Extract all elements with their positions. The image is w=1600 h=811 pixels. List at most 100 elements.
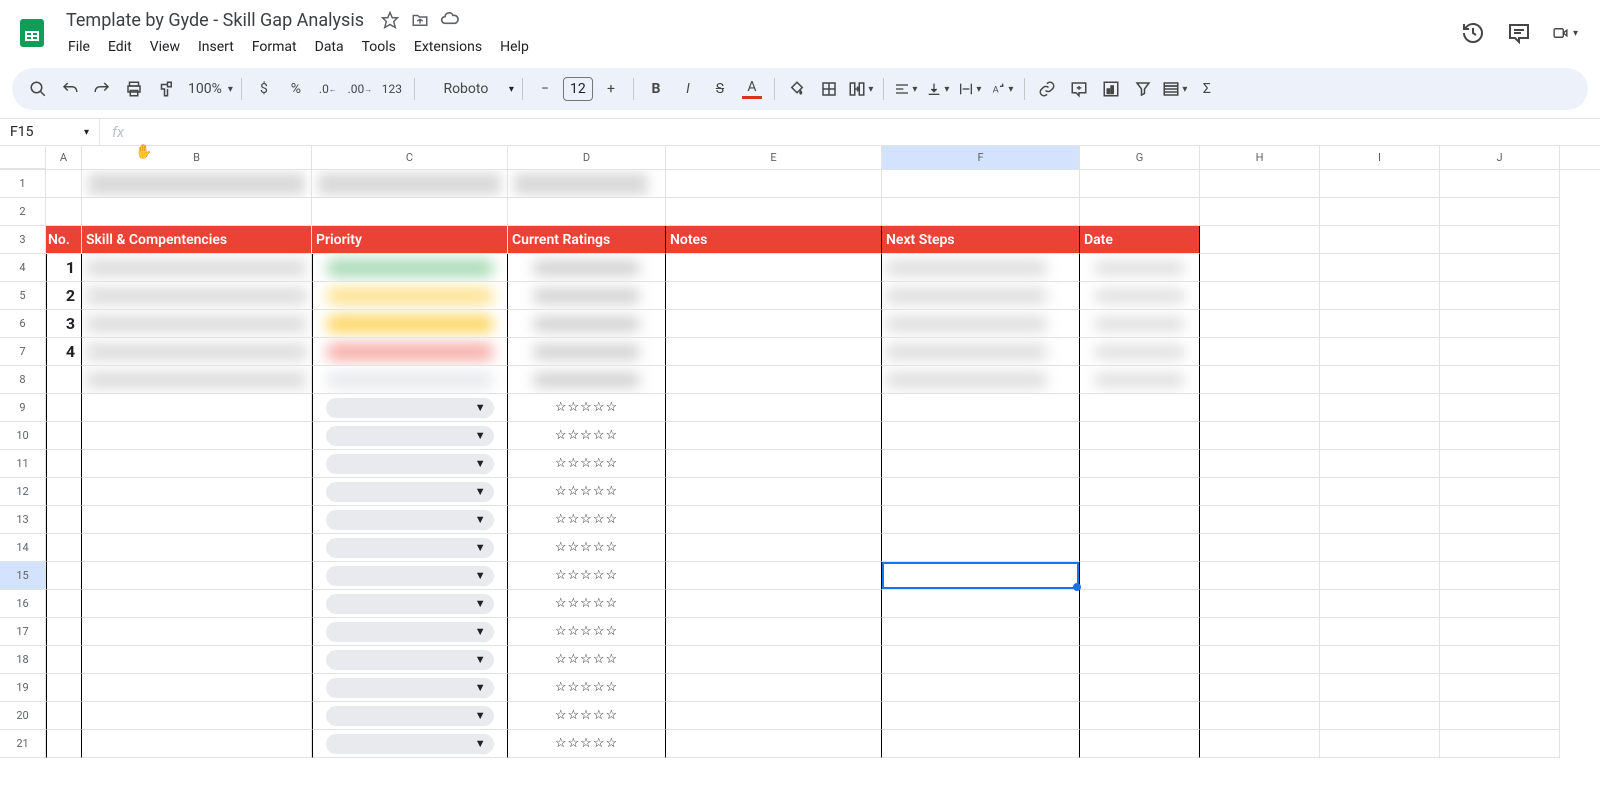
cell[interactable] — [82, 506, 312, 534]
undo-button[interactable] — [56, 75, 84, 103]
cell[interactable] — [1200, 226, 1320, 254]
cell[interactable] — [882, 618, 1080, 646]
row-header-18[interactable]: 18 — [0, 646, 46, 674]
cell[interactable]: 1 — [46, 254, 82, 282]
cell[interactable] — [1440, 450, 1560, 478]
cell[interactable] — [46, 674, 82, 702]
cell[interactable] — [82, 394, 312, 422]
cell[interactable] — [882, 282, 1080, 310]
row-header-4[interactable]: 4 — [0, 254, 46, 282]
font-family-dropdown[interactable]: Roboto — [423, 75, 503, 103]
cell[interactable] — [666, 674, 882, 702]
filter-views-button[interactable]: ▾ — [1161, 75, 1189, 103]
row-header-21[interactable]: 21 — [0, 730, 46, 758]
cell[interactable] — [1320, 730, 1440, 758]
cell[interactable] — [1200, 730, 1320, 758]
paint-format-button[interactable] — [152, 75, 180, 103]
cell[interactable] — [1320, 590, 1440, 618]
cell[interactable]: ▼ — [312, 506, 508, 534]
cell[interactable] — [46, 170, 82, 198]
cell[interactable] — [666, 366, 882, 394]
row-header-7[interactable]: 7 — [0, 338, 46, 366]
bold-button[interactable]: B — [642, 75, 670, 103]
cell[interactable] — [1080, 506, 1200, 534]
priority-dropdown[interactable]: ▼ — [326, 510, 493, 530]
cell[interactable] — [1200, 646, 1320, 674]
filter-button[interactable] — [1129, 75, 1157, 103]
cell[interactable]: ☆☆☆☆☆ — [508, 590, 666, 618]
cell[interactable] — [82, 702, 312, 730]
cell[interactable] — [1080, 254, 1200, 282]
cell[interactable] — [312, 198, 508, 226]
cell[interactable] — [882, 310, 1080, 338]
cell[interactable] — [46, 702, 82, 730]
priority-dropdown[interactable]: ▼ — [326, 594, 493, 614]
cell[interactable]: Next Steps — [882, 226, 1080, 254]
menu-tools[interactable]: Tools — [354, 35, 404, 59]
currency-button[interactable]: $ — [250, 75, 278, 103]
cell[interactable]: ▼ — [312, 618, 508, 646]
rating-stars[interactable]: ☆☆☆☆☆ — [555, 568, 618, 583]
cell[interactable]: ☆☆☆☆☆ — [508, 422, 666, 450]
cell[interactable]: ▼ — [312, 562, 508, 590]
cell[interactable] — [666, 170, 882, 198]
cell[interactable] — [666, 198, 882, 226]
cell[interactable] — [666, 282, 882, 310]
chart-button[interactable] — [1097, 75, 1125, 103]
cell[interactable] — [46, 422, 82, 450]
more-formats-button[interactable]: 123 — [378, 75, 406, 103]
cell[interactable] — [1080, 282, 1200, 310]
borders-button[interactable] — [815, 75, 843, 103]
cell[interactable] — [1080, 422, 1200, 450]
rotate-button[interactable]: A▾ — [988, 75, 1016, 103]
cell[interactable]: ▼ — [312, 702, 508, 730]
priority-dropdown[interactable]: ▼ — [326, 734, 493, 754]
cell[interactable]: No. — [46, 226, 82, 254]
cell[interactable] — [46, 534, 82, 562]
cell[interactable] — [1200, 394, 1320, 422]
cell[interactable] — [1320, 618, 1440, 646]
cell[interactable] — [666, 618, 882, 646]
cell[interactable] — [1320, 366, 1440, 394]
cell[interactable] — [312, 338, 508, 366]
cell[interactable] — [1080, 450, 1200, 478]
cell[interactable] — [1200, 450, 1320, 478]
row-header-13[interactable]: 13 — [0, 506, 46, 534]
cell[interactable] — [1320, 450, 1440, 478]
cell[interactable] — [82, 478, 312, 506]
row-header-3[interactable]: 3 — [0, 226, 46, 254]
cell[interactable] — [1080, 338, 1200, 366]
cell[interactable] — [666, 394, 882, 422]
meet-icon[interactable]: ▾ — [1552, 20, 1578, 46]
cell[interactable] — [666, 338, 882, 366]
rating-stars[interactable]: ☆☆☆☆☆ — [555, 484, 618, 499]
cell[interactable] — [1080, 394, 1200, 422]
row-header-5[interactable]: 5 — [0, 282, 46, 310]
move-folder-icon[interactable] — [410, 10, 430, 30]
col-header-E[interactable]: E — [666, 146, 882, 169]
menu-view[interactable]: View — [142, 35, 188, 59]
cell[interactable]: 3 — [46, 310, 82, 338]
functions-button[interactable]: Σ — [1193, 75, 1221, 103]
cell[interactable] — [1440, 198, 1560, 226]
cell[interactable] — [1200, 198, 1320, 226]
rating-stars[interactable]: ☆☆☆☆☆ — [555, 512, 618, 527]
cell[interactable] — [1440, 170, 1560, 198]
cell[interactable]: Skill & Compentencies — [82, 226, 312, 254]
cell[interactable] — [882, 450, 1080, 478]
col-header-C[interactable]: C — [312, 146, 508, 169]
cell[interactable] — [882, 394, 1080, 422]
row-header-16[interactable]: 16 — [0, 590, 46, 618]
cell[interactable] — [1320, 282, 1440, 310]
decrease-decimal-button[interactable]: .0← — [314, 75, 342, 103]
cell[interactable] — [82, 254, 312, 282]
cell[interactable] — [666, 590, 882, 618]
cell[interactable]: ☆☆☆☆☆ — [508, 506, 666, 534]
cell[interactable] — [1200, 478, 1320, 506]
cell[interactable] — [508, 338, 666, 366]
cell[interactable] — [1320, 534, 1440, 562]
cell[interactable] — [46, 198, 82, 226]
cell[interactable] — [82, 646, 312, 674]
wrap-button[interactable]: ▾ — [956, 75, 984, 103]
cell[interactable] — [46, 394, 82, 422]
